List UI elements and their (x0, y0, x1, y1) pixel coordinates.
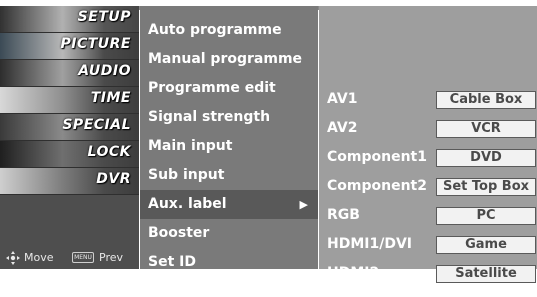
menu-item-booster[interactable]: Booster (140, 219, 318, 248)
menu-item-sub-input[interactable]: Sub input (140, 161, 318, 190)
input-source-label: Component2 (327, 178, 427, 194)
aux-label-value-field[interactable]: Set Top Box (436, 178, 536, 196)
aux-label-row: RGB PC (319, 201, 537, 230)
menu-item-aux-label[interactable]: Aux. label ▶ (140, 190, 318, 219)
menu-key-icon: MENU (72, 252, 94, 263)
sidebar-item-label: TIME (90, 90, 131, 106)
sidebar-item-lock[interactable]: LOCK (0, 141, 139, 168)
aux-label-row: HDMI1/DVI Game (319, 230, 537, 259)
aux-label-value-field[interactable]: VCR (436, 120, 536, 138)
sidebar-item-picture[interactable]: PICTURE (0, 33, 139, 60)
sidebar-item-special[interactable]: SPECIAL (0, 114, 139, 141)
move-hint-label: Move (24, 251, 54, 264)
aux-label-row: AV2 VCR (319, 114, 537, 143)
sidebar-item-setup[interactable]: SETUP (0, 6, 139, 33)
category-sidebar: Move MENU Prev SETUP PICTURE AUDIO TIME SPEC… (0, 6, 139, 269)
menu-item-label: Main input (148, 138, 233, 154)
sidebar-item-label: AUDIO (78, 63, 131, 79)
sidebar-item-audio[interactable]: AUDIO (0, 60, 139, 87)
menu-item-label: Aux. label (148, 196, 227, 212)
aux-label-value-field[interactable]: Game (436, 236, 536, 254)
sidebar-item-label: LOCK (87, 144, 131, 160)
sidebar-item-label: SPECIAL (62, 117, 131, 133)
aux-label-row: Component2 Set Top Box (319, 172, 537, 201)
sidebar-item-dvr[interactable]: DVR (0, 168, 139, 195)
menu-item-main-input[interactable]: Main input (140, 132, 318, 161)
menu-item-manual-programme[interactable]: Manual programme (140, 45, 318, 74)
menu-item-auto-programme[interactable]: Auto programme (140, 16, 318, 45)
menu-item-label: Set ID (148, 254, 196, 270)
aux-label-value-field[interactable]: Satellite (436, 265, 536, 283)
menu-item-programme-edit[interactable]: Programme edit (140, 74, 318, 103)
move-icon (6, 251, 20, 268)
menu-item-label: Manual programme (148, 51, 303, 67)
navigation-hint: Move MENU Prev (0, 246, 139, 272)
menu-item-label: Auto programme (148, 22, 282, 38)
input-source-label: RGB (327, 207, 360, 223)
input-source-label: Component1 (327, 149, 427, 165)
aux-label-value-field[interactable]: Cable Box (436, 91, 536, 109)
input-source-label: AV2 (327, 120, 358, 136)
menu-item-label: Programme edit (148, 80, 276, 96)
aux-label-panel: AV1 Cable Box AV2 VCR Component1 DVD Component… (319, 6, 537, 283)
aux-label-row: HDMI2 Satellite (319, 259, 537, 288)
menu-item-label: Sub input (148, 167, 225, 183)
aux-label-value-field[interactable]: PC (436, 207, 536, 225)
input-source-label: HDMI2 (327, 265, 380, 281)
menu-item-signal-strength[interactable]: Signal strength (140, 103, 318, 132)
prev-hint-label: Prev (99, 251, 123, 264)
sidebar-item-label: PICTURE (60, 36, 131, 52)
menu-item-label: Signal strength (148, 109, 271, 125)
input-source-label: HDMI1/DVI (327, 236, 412, 252)
setup-menu: Auto programme Manual programme Programme … (140, 6, 318, 270)
aux-label-row: Component1 DVD (319, 143, 537, 172)
aux-label-value-field[interactable]: DVD (436, 149, 536, 167)
submenu-arrow-icon: ▶ (299, 198, 308, 211)
input-source-label: AV1 (327, 91, 358, 107)
aux-label-row: AV1 Cable Box (319, 85, 537, 114)
menu-item-set-id[interactable]: Set ID (140, 248, 318, 277)
sidebar-item-time[interactable]: TIME (0, 87, 139, 114)
sidebar-item-label: SETUP (77, 9, 131, 25)
tv-menu-screen: Move MENU Prev SETUP PICTURE AUDIO TIME SPEC… (0, 0, 537, 297)
menu-item-label: Booster (148, 225, 210, 241)
sidebar-item-label: DVR (96, 171, 131, 187)
